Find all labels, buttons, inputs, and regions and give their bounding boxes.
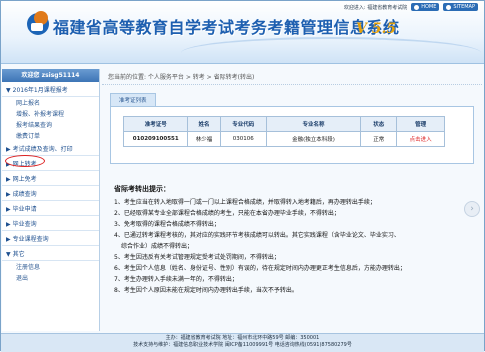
table-header-row: 准考证号 姓名 专业代码 专业名称 状态 管理 bbox=[122, 116, 445, 132]
chevron-right-icon[interactable]: › bbox=[464, 201, 480, 217]
col-name: 姓名 bbox=[187, 116, 221, 132]
sidebar-item-score-query[interactable]: ▶ 成绩查询 bbox=[2, 186, 99, 201]
chevron-right-icon: ▶ bbox=[6, 206, 11, 213]
version-label: V 5.5 bbox=[356, 21, 397, 37]
admission-panel: 准考证号 姓名 专业代码 专业名称 状态 管理 010209100551 林少福… bbox=[110, 106, 474, 164]
sidebar-menu: ▼ 2016年1月课程报考 网上报名 增报、补报考课程 报考结果查询 缴费订单 ▶… bbox=[2, 82, 99, 283]
sidebar-item-add-course[interactable]: 增报、补报考课程 bbox=[2, 108, 99, 119]
admission-table: 准考证号 姓名 专业代码 专业名称 状态 管理 010209100551 林少福… bbox=[122, 116, 445, 147]
enter-link[interactable]: 点击进入 bbox=[396, 131, 445, 147]
cell-name: 林少福 bbox=[187, 131, 221, 147]
sidebar-item-payment-order[interactable]: 缴费订单 bbox=[2, 130, 99, 141]
header-banner: 福建省高等教育自学考试考务考籍管理信息系统 V 5.5 欢迎进入: 福建省教育考… bbox=[1, 1, 484, 64]
footer-line-support: 技术支持与维护：福建信息职业技术学院 闽ICP备11009991号 电话咨询热线… bbox=[133, 342, 352, 348]
sidebar: 欢迎您 zsisg51114 ▼ 2016年1月课程报考 网上报名 增报、补报考课… bbox=[2, 69, 100, 331]
sidebar-group-label: 毕业查询 bbox=[12, 221, 37, 228]
sidebar-group-header[interactable]: ▼ 2016年1月课程报考 bbox=[2, 82, 99, 97]
sidebar-welcome: 欢迎您 zsisg51114 bbox=[2, 69, 99, 82]
table-row: 010209100551 林少福 030106 金融(独立本科段) 正常 点击进… bbox=[122, 131, 445, 147]
sidebar-item-registration-result[interactable]: 报考结果查询 bbox=[2, 119, 99, 130]
highlight-circle bbox=[5, 155, 45, 167]
cell-major-code: 030106 bbox=[219, 131, 267, 147]
sidebar-group-label: 毕业申请 bbox=[12, 206, 37, 213]
notice-item: 8、考生因个人原因未能在规定时间内办理转出手续，当次不予转出。 bbox=[114, 287, 298, 294]
home-icon bbox=[414, 4, 420, 10]
sidebar-item-online-transfer[interactable]: ▶ 网上转考 bbox=[2, 155, 99, 171]
sidebar-item-online-exemption[interactable]: ▶ 网上免考 bbox=[2, 171, 99, 186]
sidebar-group-course-registration: ▼ 2016年1月课程报考 网上报名 增报、补报考课程 报考结果查询 缴费订单 bbox=[2, 82, 99, 141]
sidebar-group-label: 成绩查询 bbox=[12, 191, 37, 198]
sidebar-item-online-registration[interactable]: 网上报名 bbox=[2, 97, 99, 108]
sidebar-group-other[interactable]: ▼ 其它 bbox=[2, 246, 99, 261]
sidebar-item-graduation-query[interactable]: ▶ 毕业查询 bbox=[2, 216, 99, 231]
col-major-code: 专业代码 bbox=[219, 116, 267, 132]
breadcrumb: 您当前的位置: 个人服务平台 > 转考 > 省际转考(转出) bbox=[102, 69, 482, 85]
chevron-down-icon: ▼ bbox=[6, 251, 11, 258]
chevron-right-icon: ▶ bbox=[6, 176, 11, 183]
tab-admission-list[interactable]: 准考证列表 bbox=[110, 93, 156, 106]
sidebar-group-label: 2016年1月课程报考 bbox=[12, 87, 68, 94]
sidebar-item-logout[interactable]: 退出 bbox=[2, 272, 99, 283]
col-manage: 管理 bbox=[396, 116, 445, 132]
cell-status: 正常 bbox=[360, 131, 398, 147]
notice-item: 7、考生办理转入手续未满一年的，不得转出； bbox=[114, 276, 238, 283]
top-links: 欢迎进入: 福建省教育考试院 HOME SITEMAP bbox=[344, 3, 478, 11]
cell-major-name: 金融(独立本科段) bbox=[265, 131, 362, 147]
sitemap-button[interactable]: SITEMAP bbox=[443, 3, 478, 11]
home-button[interactable]: HOME bbox=[411, 3, 440, 11]
sidebar-group-label: 考试成绩及查询、打印 bbox=[12, 146, 73, 153]
notice-item: 1、考生应当在转入地取得一门或一门以上课程合格成绩，并取得转入地考籍后，再办理转… bbox=[114, 199, 376, 206]
chevron-right-icon: ▶ bbox=[6, 146, 11, 153]
sidebar-item-registration-info[interactable]: 注册信息 bbox=[2, 261, 99, 272]
sidebar-item-graduation-apply[interactable]: ▶ 毕业申请 bbox=[2, 201, 99, 216]
main-content: 您当前的位置: 个人服务平台 > 转考 > 省际转考(转出) 准考证列表 准考证… bbox=[102, 69, 482, 331]
sidebar-item-major-course-query[interactable]: ▶ 专业课程查询 bbox=[2, 231, 99, 246]
chevron-down-icon: ▼ bbox=[6, 87, 11, 94]
logo-icon bbox=[23, 9, 53, 39]
chevron-right-icon: ▶ bbox=[6, 236, 11, 243]
notice-item: 2、已经取得某专业全部课程合格成绩的考生，只能在本省办理毕业手续，不得转出； bbox=[114, 210, 340, 217]
sitemap-icon bbox=[446, 4, 452, 10]
sitemap-label: SITEMAP bbox=[453, 4, 475, 10]
notice-item: 4、已通过转考课程考核的，其对应的实践环节考核成绩可以转出。其它实践课程（含毕业… bbox=[114, 232, 400, 239]
footer-line-sponsor: 主办：福建省教育考试院 地址：福州市北环中路59号 邮编：350001 bbox=[165, 335, 320, 341]
notice-item: 3、免考取得的课程合格成绩不得转出； bbox=[114, 221, 220, 228]
app-window: 福建省高等教育自学考试考务考籍管理信息系统 V 5.5 欢迎进入: 福建省教育考… bbox=[0, 0, 485, 352]
col-major-name: 专业名称 bbox=[265, 116, 362, 132]
notice-title: 省际考转出提示： bbox=[114, 185, 170, 193]
col-status: 状态 bbox=[360, 116, 398, 132]
sidebar-group-label: 其它 bbox=[12, 251, 25, 258]
welcome-text: 欢迎进入: 福建省教育考试院 bbox=[343, 4, 408, 11]
sidebar-group-label: 专业课程查询 bbox=[12, 236, 49, 243]
col-admission-number: 准考证号 bbox=[122, 116, 189, 132]
notice-item-continued: 综合作业）成绩不得转出； bbox=[121, 243, 194, 250]
chevron-right-icon: ▶ bbox=[6, 221, 11, 228]
sidebar-group-label: 网上免考 bbox=[12, 176, 37, 183]
chevron-right-icon: ▶ bbox=[6, 191, 11, 198]
notice-item: 6、考生因个人信息（姓名、身份证号、性别）有误的，待在规定时间内办理更正考生信息… bbox=[114, 265, 406, 272]
home-label: HOME bbox=[421, 4, 437, 10]
notice-item: 5、考生因违反有关考试管理规定受考试处罚期间，不得转出； bbox=[114, 254, 280, 261]
sidebar-item-scores-print[interactable]: ▶ 考试成绩及查询、打印 bbox=[2, 141, 99, 156]
transfer-notice: 省际考转出提示： 1、考生应当在转入地取得一门或一门以上课程合格成绩，并取得转入… bbox=[114, 184, 464, 296]
footer: 主办：福建省教育考试院 地址：福州市北环中路59号 邮编：350001 技术支持… bbox=[1, 333, 484, 352]
decorative-wave bbox=[181, 37, 481, 63]
cell-admission-number: 010209100551 bbox=[122, 131, 189, 147]
system-title: 福建省高等教育自学考试考务考籍管理信息系统 bbox=[53, 18, 400, 37]
